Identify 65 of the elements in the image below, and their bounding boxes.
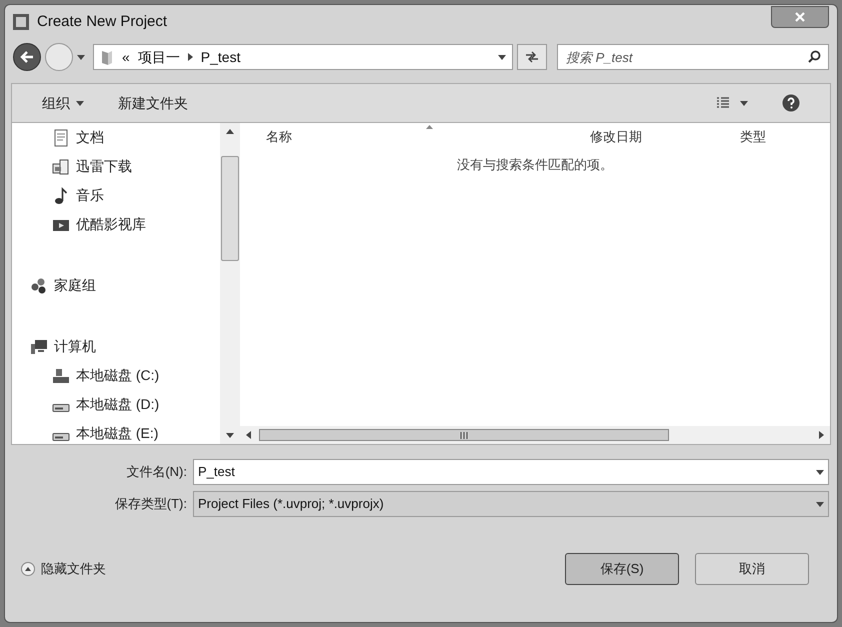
save-button[interactable]: 保存(S) xyxy=(565,553,679,585)
sidebar-item[interactable]: 计算机 xyxy=(54,336,96,357)
breadcrumb[interactable]: 项目一 xyxy=(138,46,180,68)
collapse-icon xyxy=(21,562,35,576)
breadcrumb[interactable]: « xyxy=(122,46,130,68)
organize-menu[interactable]: 组织 xyxy=(42,92,84,114)
help-icon[interactable] xyxy=(782,94,800,112)
empty-message: 没有与搜索条件匹配的项。 xyxy=(457,156,613,174)
search-icon xyxy=(808,50,821,63)
scroll-left-icon xyxy=(246,431,251,439)
file-type-dropdown[interactable]: Project Files (*.uvproj; *.uvprojx) xyxy=(193,491,829,517)
hide-folders-toggle[interactable]: 隐藏文件夹 xyxy=(21,559,106,579)
sidebar-item[interactable]: 家庭组 xyxy=(54,275,96,296)
horizontal-scrollbar[interactable] xyxy=(240,426,830,444)
chevron-icon xyxy=(188,53,193,61)
caret-icon xyxy=(816,502,824,506)
search-field[interactable]: 搜索 P_test xyxy=(557,44,829,70)
cancel-button[interactable]: 取消 xyxy=(695,553,809,585)
field-label: 保存类型(T): xyxy=(114,495,187,514)
sidebar-item[interactable]: 文档 xyxy=(76,127,104,148)
document-icon xyxy=(52,128,70,146)
drive-icon xyxy=(52,404,70,412)
caret-icon xyxy=(498,54,506,60)
column-header[interactable]: 类型 xyxy=(740,127,766,147)
music-note-icon xyxy=(52,186,70,204)
grip-icon xyxy=(460,432,468,438)
breadcrumb[interactable]: P_test xyxy=(200,46,240,68)
sort-arrow-icon xyxy=(426,125,433,129)
scroll-right-icon xyxy=(819,431,824,439)
close-icon xyxy=(795,12,805,22)
back-arrow-icon xyxy=(20,51,34,63)
column-header[interactable]: 修改日期 xyxy=(590,127,740,147)
close-button[interactable] xyxy=(771,6,829,28)
sidebar-item[interactable]: 本地磁盘 (D:) xyxy=(76,394,160,415)
download-icon xyxy=(52,158,70,176)
address-bar[interactable]: « 项目一 P_test xyxy=(93,44,513,70)
sidebar-scrollbar[interactable] xyxy=(220,123,240,444)
back-button[interactable] xyxy=(13,43,41,71)
new-folder-button[interactable]: 新建文件夹 xyxy=(118,92,188,114)
drive-icon xyxy=(52,366,70,384)
caret-icon xyxy=(816,470,824,474)
sidebar-item[interactable]: 本地磁盘 (C:) xyxy=(76,365,160,386)
window-title: Create New Project xyxy=(37,12,168,32)
scroll-up-icon xyxy=(226,129,234,134)
caret-icon xyxy=(76,100,84,106)
computer-icon xyxy=(30,338,48,356)
drive-icon xyxy=(52,432,70,440)
view-menu[interactable] xyxy=(716,97,748,109)
column-header[interactable]: 名称 xyxy=(240,127,590,147)
scroll-thumb[interactable] xyxy=(221,156,239,261)
caret-icon xyxy=(226,433,234,438)
sidebar-item[interactable]: 优酷影视库 xyxy=(76,214,146,235)
refresh-button[interactable] xyxy=(517,44,547,70)
app-icon xyxy=(13,14,29,30)
sidebar-item[interactable]: 音乐 xyxy=(76,185,104,206)
field-label: 文件名(N): xyxy=(125,463,187,482)
sidebar-item[interactable]: 本地磁盘 (E:) xyxy=(76,423,158,444)
caret-icon xyxy=(740,100,748,106)
homegroup-icon xyxy=(30,276,48,294)
caret-icon xyxy=(77,54,85,60)
scroll-thumb[interactable] xyxy=(259,429,669,441)
list-view-icon xyxy=(716,97,730,109)
file-name-field[interactable]: P_test xyxy=(193,459,829,485)
refresh-icon xyxy=(525,51,539,63)
sidebar-item[interactable]: 迅雷下载 xyxy=(76,156,132,177)
